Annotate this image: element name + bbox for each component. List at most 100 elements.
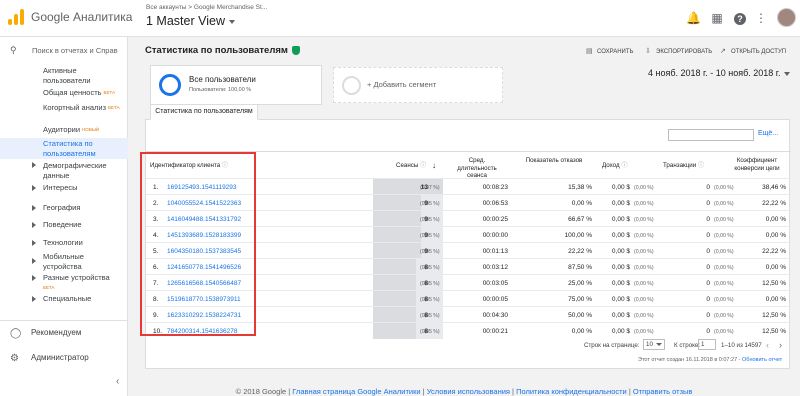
sidebar-item-label: Активные пользователи: [43, 66, 91, 85]
segment-ring-icon: [159, 74, 181, 96]
breadcrumb[interactable]: Все аккаунты > Google Merchandise St...: [146, 4, 267, 11]
revenue-share: (0,00 %): [634, 297, 654, 303]
bell-icon[interactable]: 🔔: [686, 11, 701, 25]
revenue-value: 0,00 $: [611, 216, 630, 223]
refresh-report-link[interactable]: Обновить отчет: [742, 357, 782, 363]
apps-grid-icon[interactable]: ▦: [710, 11, 724, 25]
sort-desc-icon[interactable]: ↓: [432, 162, 436, 170]
bounce-value: 22,22 %: [568, 248, 592, 255]
share-button[interactable]: ↗ ОТКРЫТЬ ДОСТУП: [720, 47, 786, 55]
sidebar-item-cohort[interactable]: Когортный анализ БЕТА: [0, 103, 128, 113]
bounce-value: 75,00 %: [568, 296, 592, 303]
footer: © 2018 Google | Главная страница Google …: [235, 387, 693, 396]
sidebar-item-interests[interactable]: Интересы: [0, 183, 128, 195]
transactions-share: (0,00 %): [714, 201, 734, 207]
revenue-share: (0,00 %): [634, 185, 654, 191]
col-revenue[interactable]: Доход ⓘ: [602, 162, 628, 170]
sidebar-item-label: Статистика по пользователям: [43, 139, 96, 158]
sidebar-item-custom[interactable]: Специальные: [0, 294, 128, 306]
sidebar-item-label: Специальные: [43, 294, 92, 303]
footer-link-terms[interactable]: Условия использования: [427, 387, 510, 396]
search-placeholder: Поиск в отчетах и Справ: [32, 46, 118, 55]
chevron-right-icon: [32, 240, 36, 246]
sidebar-item-cross-device[interactable]: Разные устройства БЕТА: [0, 273, 128, 290]
col-transactions[interactable]: Транзакции ⓘ: [663, 162, 704, 170]
conversion-value: 12,50 %: [762, 312, 786, 319]
col-bounce-rate[interactable]: Показатель отказов: [517, 157, 591, 165]
sidebar-search[interactable]: ⚲ Поиск в отчетах и Справ: [10, 45, 118, 56]
footer-link-feedback[interactable]: Отправить отзыв: [633, 387, 693, 396]
segment-card-all-users[interactable]: Все пользователи Пользователи: 100,00 %: [150, 65, 322, 105]
col-avg-duration[interactable]: Сред. длительность сеанса: [449, 157, 505, 180]
sidebar-item-label: География: [43, 203, 81, 212]
sidebar-item-geo[interactable]: География: [0, 203, 128, 215]
beta-badge: БЕТА: [103, 90, 116, 95]
app-title[interactable]: Google Аналитика: [31, 10, 132, 24]
beta-badge: БЕТА: [108, 105, 120, 110]
date-range-picker[interactable]: 4 нояб. 2018 г. - 10 нояб. 2018 г.: [648, 68, 791, 78]
conversion-value: 0,00 %: [765, 264, 786, 271]
top-bar: Google Аналитика Все аккаунты > Google M…: [0, 0, 800, 37]
bounce-value: 25,00 %: [568, 280, 592, 287]
revenue-share: (0,00 %): [634, 201, 654, 207]
sidebar-item-admin[interactable]: ⚙ Администратор: [0, 353, 128, 365]
sidebar-item-behavior[interactable]: Поведение: [0, 220, 128, 232]
col-conversion[interactable]: Коэффициент конверсии цели: [726, 157, 788, 172]
transactions-share: (0,00 %): [714, 281, 734, 287]
conversion-value: 22,22 %: [762, 200, 786, 207]
rows-per-page-select[interactable]: 10: [643, 339, 665, 350]
footer-link-home[interactable]: Главная страница Google Аналитики: [292, 387, 420, 396]
add-segment-button[interactable]: + Добавить сегмент: [333, 67, 503, 103]
sidebar-item-lifetime-value[interactable]: Общая ценность БЕТА: [0, 88, 128, 98]
footer-link-privacy[interactable]: Политика конфиденциальности: [516, 387, 627, 396]
sidebar-item-recommend[interactable]: ◯ Рекомендуем: [0, 328, 128, 340]
sessions-share: (0,05 %): [420, 281, 440, 287]
conversion-value: 22,22 %: [762, 248, 786, 255]
revenue-value: 0,00 $: [611, 296, 630, 303]
sidebar-item-user-explorer[interactable]: Статистика по пользователям: [0, 138, 128, 159]
analytics-logo[interactable]: [8, 9, 24, 25]
duration-value: 00:08:23: [482, 184, 508, 191]
lightbulb-icon: ◯: [10, 328, 22, 339]
goto-row-input[interactable]: 1: [698, 339, 716, 350]
sessions-share: (0,05 %): [420, 313, 440, 319]
sidebar-item-technology[interactable]: Технологии: [0, 238, 128, 250]
chevron-down-icon: [784, 71, 791, 76]
duration-value: 00:03:05: [482, 280, 508, 287]
avatar[interactable]: [777, 8, 796, 27]
segment-name: Все пользователи: [189, 75, 256, 84]
transactions-share: (0,00 %): [714, 297, 734, 303]
next-page-icon[interactable]: ›: [779, 340, 782, 350]
sidebar-item-mobile[interactable]: Мобильные устройства: [0, 252, 128, 272]
transactions-share: (0,00 %): [714, 185, 734, 191]
tab-user-explorer[interactable]: Статистика по пользователям: [150, 104, 258, 120]
transactions-share: (0,00 %): [714, 217, 734, 223]
sidebar-item-label: Разные устройства БЕТА: [43, 273, 110, 290]
more-vert-icon[interactable]: ⋮: [754, 11, 768, 25]
sidebar-item-demographics[interactable]: Демографические данные: [0, 161, 128, 181]
sessions-share: (0,05 %): [420, 297, 440, 303]
sidebar-bottom: ◯ Рекомендуем ⚙ Администратор: [0, 320, 128, 372]
bounce-value: 87,50 %: [568, 264, 592, 271]
prev-page-icon[interactable]: ‹: [766, 340, 769, 350]
add-segment-label: + Добавить сегмент: [367, 80, 437, 89]
sidebar-item-active-users[interactable]: Активные пользователи: [0, 66, 128, 86]
collapse-sidebar-icon[interactable]: ‹: [116, 376, 119, 387]
sessions-bar: [373, 307, 416, 323]
verified-shield-icon: [291, 45, 300, 55]
transactions-value: 0: [706, 264, 710, 271]
new-badge: НОВЫЙ: [82, 127, 100, 132]
revenue-share: (0,00 %): [634, 265, 654, 271]
help-icon[interactable]: ?: [733, 11, 747, 25]
export-button[interactable]: ⇩ ЭКСПОРТИРОВАТЬ: [645, 47, 712, 55]
sidebar-item-audiences[interactable]: Аудитории НОВЫЙ: [0, 125, 128, 135]
chevron-right-icon: [32, 275, 36, 281]
save-button[interactable]: ▤ СОХРАНИТЬ: [586, 47, 633, 55]
export-icon: ⇩: [645, 48, 651, 55]
duration-value: 00:01:13: [482, 248, 508, 255]
col-sessions[interactable]: Сеансы ⓘ: [396, 162, 426, 170]
table-search-input[interactable]: [668, 129, 754, 141]
view-selector[interactable]: 1 Master View: [146, 14, 235, 28]
more-options-link[interactable]: Ещё...: [758, 130, 778, 137]
duration-value: 00:00:21: [482, 328, 508, 335]
